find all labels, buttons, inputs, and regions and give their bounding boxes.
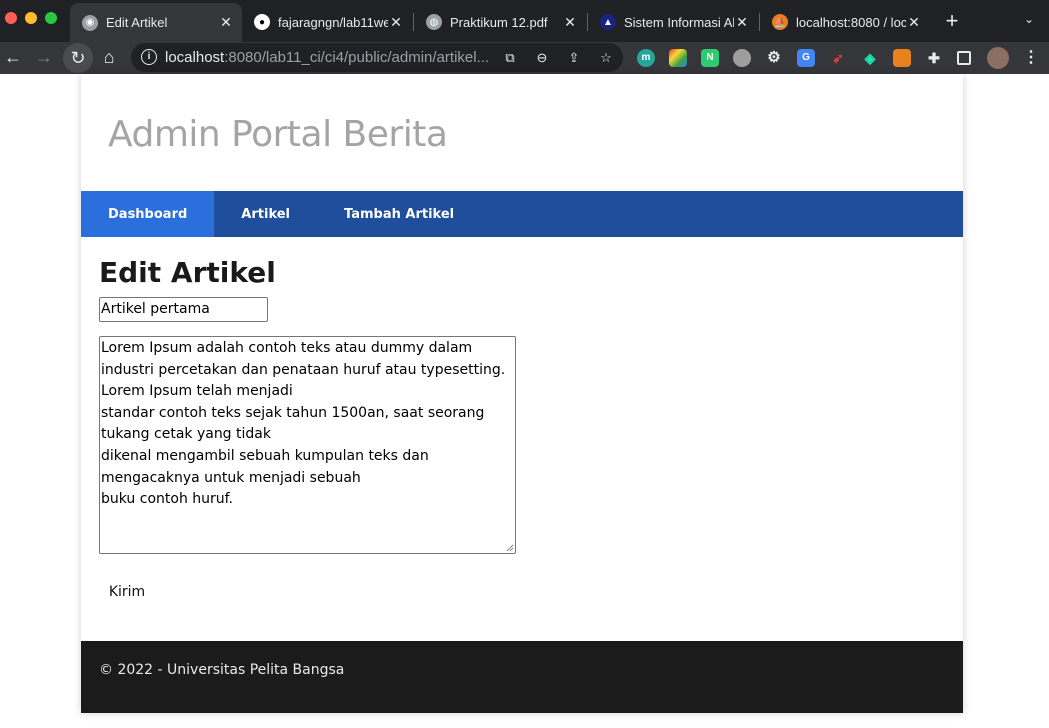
main-container: Admin Portal Berita Dashboard Artikel Ta… bbox=[81, 74, 963, 713]
nav-dashboard[interactable]: Dashboard bbox=[81, 191, 215, 237]
page-footer: © 2022 - Universitas Pelita Bangsa bbox=[81, 641, 963, 713]
home-icon[interactable]: ⌂ bbox=[96, 44, 122, 70]
side-panel-icon[interactable] bbox=[957, 51, 971, 65]
address-bar[interactable]: i localhost:8080/lab11_ci/ci4/public/adm… bbox=[131, 43, 623, 72]
phpmyadmin-icon: ⛵ bbox=[772, 14, 788, 30]
profile-avatar[interactable] bbox=[987, 47, 1009, 69]
extension-rocket-icon[interactable]: ➶ bbox=[829, 49, 847, 67]
zoom-icon[interactable]: ⊖ bbox=[533, 49, 551, 67]
site-info-icon[interactable]: i bbox=[141, 49, 157, 65]
maximize-window-button[interactable] bbox=[45, 12, 57, 24]
github-icon: ● bbox=[254, 14, 270, 30]
close-tab-icon[interactable]: ✕ bbox=[562, 14, 578, 31]
submit-button[interactable]: Kirim bbox=[99, 577, 155, 607]
extension-cloud-icon[interactable] bbox=[733, 49, 751, 67]
site-title: Admin Portal Berita bbox=[108, 114, 448, 155]
close-tab-icon[interactable]: ✕ bbox=[906, 14, 922, 31]
url-text: localhost:8080/lab11_ci/ci4/public/admin… bbox=[165, 49, 490, 66]
back-arrow-icon[interactable]: ← bbox=[0, 44, 26, 70]
extensions-puzzle-icon[interactable]: ✚ bbox=[925, 49, 943, 67]
close-tab-icon[interactable]: ✕ bbox=[218, 14, 234, 31]
extension-gear-icon[interactable]: ⚙ bbox=[765, 49, 783, 67]
globe-icon: ◍ bbox=[426, 14, 442, 30]
page-heading: Edit Artikel bbox=[99, 256, 276, 289]
tab-github[interactable]: ● fajaragngn/lab11web ✕ bbox=[242, 4, 412, 40]
main-nav: Dashboard Artikel Tambah Artikel bbox=[81, 191, 963, 237]
browser-menu-icon[interactable]: ⋮ bbox=[1022, 49, 1040, 67]
new-tab-button[interactable]: + bbox=[940, 10, 964, 34]
tab-edit-artikel[interactable]: ◉ Edit Artikel ✕ bbox=[70, 3, 242, 42]
extension-color-wheel-icon[interactable] bbox=[669, 49, 687, 67]
article-body-textarea[interactable]: Lorem Ipsum adalah contoh teks atau dumm… bbox=[99, 336, 516, 554]
extension-n-icon[interactable]: N bbox=[701, 49, 719, 67]
tab-search-chevron-icon[interactable]: ⌄ bbox=[1020, 12, 1038, 30]
resize-handle-icon[interactable] bbox=[506, 544, 514, 552]
browser-tab-strip: ◉ Edit Artikel ✕ ● fajaragngn/lab11web ✕… bbox=[0, 0, 1049, 42]
nav-tambah-artikel[interactable]: Tambah Artikel bbox=[317, 191, 481, 237]
reload-icon[interactable]: ↻ bbox=[65, 45, 91, 71]
open-in-app-icon[interactable]: ⧉ bbox=[501, 49, 519, 67]
footer-copyright: © 2022 - Universitas Pelita Bangsa bbox=[99, 662, 345, 678]
extension-metamask-fox-icon[interactable] bbox=[893, 49, 911, 67]
extension-m-icon[interactable]: m bbox=[637, 49, 655, 67]
extension-translate-icon[interactable]: G bbox=[797, 49, 815, 67]
tab-localhost-phpmyadmin[interactable]: ⛵ localhost:8080 / loc ✕ bbox=[760, 4, 930, 40]
minimize-window-button[interactable] bbox=[25, 12, 37, 24]
share-icon[interactable]: ⇪ bbox=[565, 49, 583, 67]
close-tab-icon[interactable]: ✕ bbox=[734, 14, 750, 31]
elephant-favicon-icon: ◉ bbox=[82, 14, 98, 31]
bookmark-star-icon[interactable]: ☆ bbox=[597, 49, 615, 67]
page-viewport: Admin Portal Berita Dashboard Artikel Ta… bbox=[0, 74, 1049, 728]
forward-arrow-icon[interactable]: → bbox=[31, 44, 57, 70]
close-tab-icon[interactable]: ✕ bbox=[388, 14, 404, 31]
university-favicon-icon: ▲ bbox=[600, 14, 616, 30]
tab-sistem-informasi[interactable]: ▲ Sistem Informasi Ak ✕ bbox=[588, 4, 758, 40]
nav-artikel[interactable]: Artikel bbox=[214, 191, 317, 237]
article-title-input[interactable]: Artikel pertama bbox=[99, 297, 268, 322]
extension-diamond-icon[interactable]: ◈ bbox=[861, 49, 879, 67]
close-window-button[interactable] bbox=[5, 12, 17, 24]
tab-praktikum-pdf[interactable]: ◍ Praktikum 12.pdf ✕ bbox=[414, 4, 586, 40]
